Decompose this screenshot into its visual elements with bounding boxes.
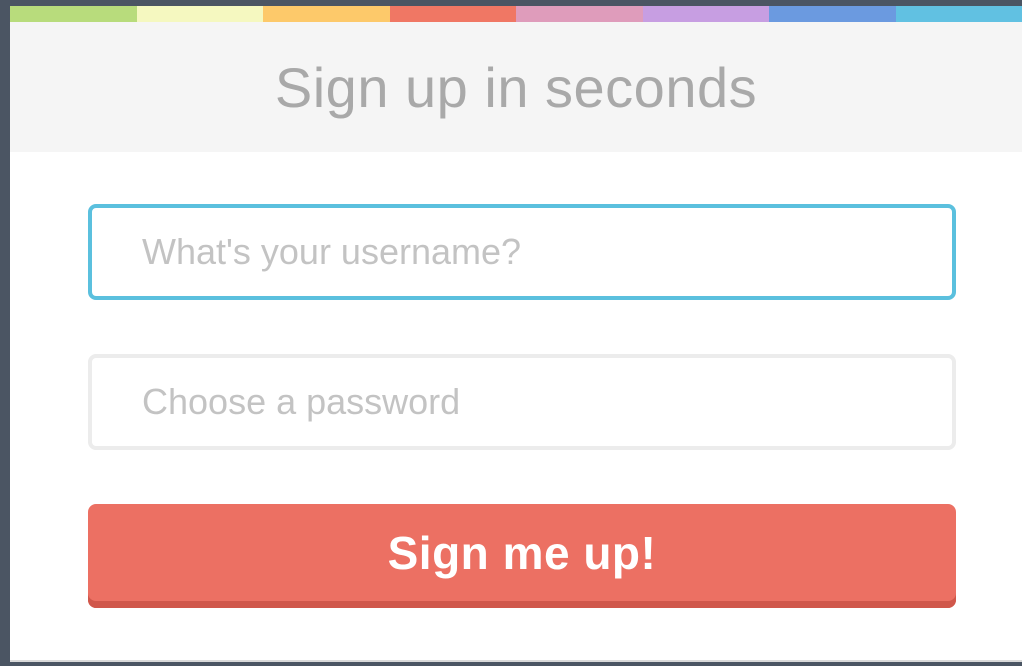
color-strip-segment — [769, 6, 896, 22]
color-strip-segment — [895, 6, 1022, 22]
sign-up-button[interactable]: Sign me up! — [88, 504, 956, 608]
color-strip-segment — [136, 6, 263, 22]
color-strip-segment — [10, 6, 137, 22]
color-strip-segment — [389, 6, 516, 22]
username-input[interactable] — [88, 204, 956, 300]
color-strip-segment — [642, 6, 769, 22]
signup-header: Sign up in seconds — [10, 22, 1022, 152]
page-title: Sign up in seconds — [274, 55, 758, 119]
rainbow-color-strip — [10, 6, 1022, 22]
signup-card: Sign up in seconds Sign me up! — [10, 6, 1022, 662]
password-input[interactable] — [88, 354, 956, 450]
color-strip-segment — [516, 6, 643, 22]
color-strip-segment — [263, 6, 390, 22]
